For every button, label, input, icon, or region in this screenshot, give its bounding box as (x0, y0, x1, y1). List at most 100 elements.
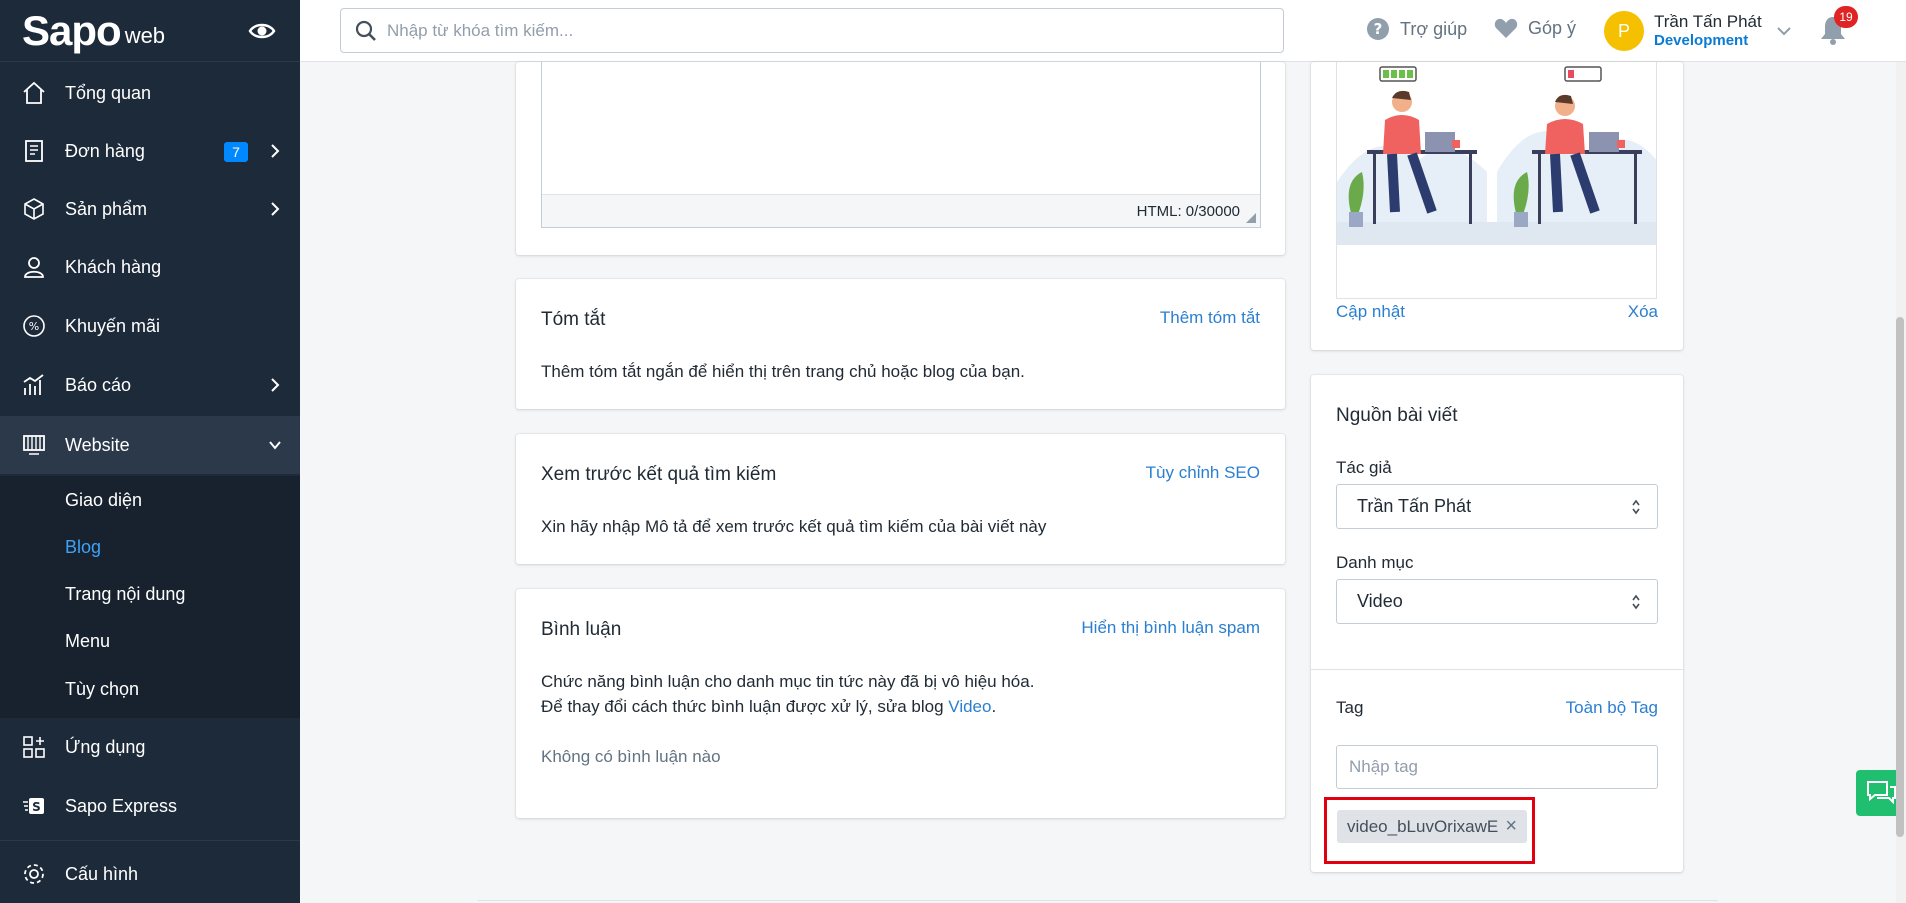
resize-handle-icon[interactable] (1246, 213, 1256, 223)
discount-icon: % (20, 312, 48, 340)
chevron-right-icon (271, 378, 280, 392)
nav-don-hang[interactable]: Đơn hàng 7 (0, 122, 300, 180)
summary-title: Tóm tắt (541, 309, 606, 330)
heart-icon (1494, 18, 1518, 38)
nav-khach-hang[interactable]: Khách hàng (0, 238, 300, 296)
website-store-icon (20, 431, 48, 459)
help-link[interactable]: ? Trợ giúp (1366, 17, 1467, 41)
chat-bubble-icon (1867, 781, 1896, 805)
website-submenu: Giao diện Blog Trang nội dung Menu Tùy c… (0, 476, 300, 718)
nav-label: Khách hàng (65, 256, 162, 277)
scrollbar-thumb[interactable] (1896, 317, 1904, 837)
submenu-blog[interactable]: Blog (65, 537, 101, 558)
apps-grid-icon (20, 733, 48, 761)
article-source-title: Nguồn bài viết (1336, 405, 1458, 426)
page-bottom-divider (478, 900, 1718, 901)
nav-tong-quan[interactable]: Tổng quan (0, 64, 300, 122)
comments-edit-suffix: . (991, 697, 997, 716)
box-icon (20, 195, 48, 223)
author-select[interactable]: Trần Tấn Phát (1336, 484, 1658, 529)
user-icon (20, 253, 48, 281)
search-icon (355, 20, 376, 41)
submenu-trang-noi-dung[interactable]: Trang nội dung (65, 584, 185, 605)
home-icon (20, 79, 48, 107)
nav-label: Tổng quan (65, 82, 152, 103)
help-label: Trợ giúp (1400, 18, 1468, 39)
seo-preview-description: Xin hãy nhập Mô tả để xem trước kết quả … (541, 517, 1047, 536)
nav-khuyen-mai[interactable]: % Khuyến mãi (0, 297, 300, 355)
feedback-label: Góp ý (1528, 17, 1577, 38)
order-icon (20, 137, 48, 165)
update-image-link[interactable]: Cập nhật (1336, 302, 1405, 322)
submenu-tuy-chon[interactable]: Tùy chọn (65, 679, 139, 700)
category-select[interactable]: Video (1336, 579, 1658, 624)
chevron-down-icon (269, 441, 281, 450)
nav-ung-dung[interactable]: Ứng dụng (0, 718, 300, 776)
comments-title: Bình luận (541, 619, 622, 640)
search-input[interactable] (387, 20, 1267, 41)
svg-text:S: S (32, 800, 41, 814)
tag-label: Tag (1336, 698, 1364, 717)
category-label: Danh mục (1336, 553, 1414, 572)
sidebar-divider (0, 840, 300, 841)
page-scrollbar[interactable] (1896, 62, 1906, 903)
nav-label: Sản phẩm (65, 198, 148, 219)
user-menu[interactable]: P Trần Tấn Phát Development (1604, 10, 1792, 52)
featured-image (1336, 62, 1657, 299)
all-tags-link[interactable]: Toàn bộ Tag (1566, 698, 1658, 718)
comments-edit-prefix: Để thay đổi cách thức bình luận được xử … (541, 697, 944, 716)
tag-chip: video_bLuvOrixawE × (1337, 810, 1527, 843)
feedback-link[interactable]: Góp ý (1494, 17, 1576, 39)
comments-edit-blog-text: Để thay đổi cách thức bình luận được xử … (541, 697, 996, 717)
submenu-giao-dien[interactable]: Giao diện (65, 490, 142, 511)
edit-blog-video-link[interactable]: Video (948, 697, 991, 716)
topbar: ? Trợ giúp Góp ý P Trần Tấn Phát Develop… (300, 0, 1906, 62)
comments-card: Bình luận Hiển thị bình luận spam Chức n… (516, 589, 1285, 818)
eye-icon[interactable] (248, 20, 276, 42)
seo-preview-title: Xem trước kết quả tìm kiếm (541, 464, 777, 485)
nav-san-pham[interactable]: Sản phẩm (0, 180, 300, 238)
remove-tag-icon[interactable]: × (1505, 816, 1517, 836)
submenu-menu[interactable]: Menu (65, 631, 110, 652)
delete-image-link[interactable]: Xóa (1628, 302, 1658, 322)
order-count-badge: 7 (224, 142, 248, 162)
comments-disabled-text: Chức năng bình luận cho danh mục tin tức… (541, 672, 1035, 691)
tag-input[interactable] (1336, 745, 1658, 789)
add-summary-link[interactable]: Thêm tóm tắt (1160, 308, 1260, 328)
sapo-express-icon: S (20, 792, 48, 820)
no-comments-text: Không có bình luận nào (541, 747, 721, 766)
chevron-down-icon (1777, 27, 1791, 36)
select-arrows-icon (1632, 594, 1640, 610)
author-selected-value: Trần Tấn Phát (1357, 496, 1472, 516)
svg-text:%: % (29, 320, 39, 333)
category-selected-value: Video (1357, 591, 1403, 611)
content-editor[interactable]: HTML: 0/30000 (541, 62, 1261, 228)
nav-cau-hinh[interactable]: Cấu hình (0, 845, 300, 903)
notification-count-badge: 19 (1834, 6, 1858, 28)
chevron-right-icon (271, 202, 280, 216)
avatar: P (1604, 11, 1644, 51)
nav-bao-cao[interactable]: Báo cáo (0, 356, 300, 414)
customize-seo-link[interactable]: Tùy chỉnh SEO (1146, 463, 1260, 483)
question-circle-icon: ? (1367, 18, 1389, 40)
section-divider (1311, 669, 1683, 670)
show-spam-comments-link[interactable]: Hiển thị bình luận spam (1081, 618, 1260, 638)
nav-label: Sapo Express (65, 795, 178, 816)
summary-card: Tóm tắt Thêm tóm tắt Thêm tóm tắt ngắn đ… (516, 279, 1285, 409)
tired-worker-illustration (1337, 62, 1656, 245)
user-info: Trần Tấn Phát Development (1654, 12, 1762, 50)
gear-icon (20, 860, 48, 888)
nav-sapo-express[interactable]: S Sapo Express (0, 777, 300, 835)
sidebar: Sapo web Tổng quan Đơn hàng 7 Sản phẩm K… (0, 0, 300, 903)
select-arrows-icon (1632, 499, 1640, 515)
nav-label: Website (65, 434, 130, 455)
nav-label: Ứng dụng (65, 736, 146, 757)
nav-label: Báo cáo (65, 374, 132, 395)
search-box[interactable] (340, 8, 1284, 53)
user-name: Trần Tấn Phát (1654, 12, 1762, 31)
nav-website[interactable]: Website (0, 416, 300, 474)
nav-label: Đơn hàng (65, 140, 145, 161)
report-chart-icon (20, 371, 48, 399)
author-label: Tác giả (1336, 458, 1392, 477)
svg-text:?: ? (1374, 20, 1383, 38)
